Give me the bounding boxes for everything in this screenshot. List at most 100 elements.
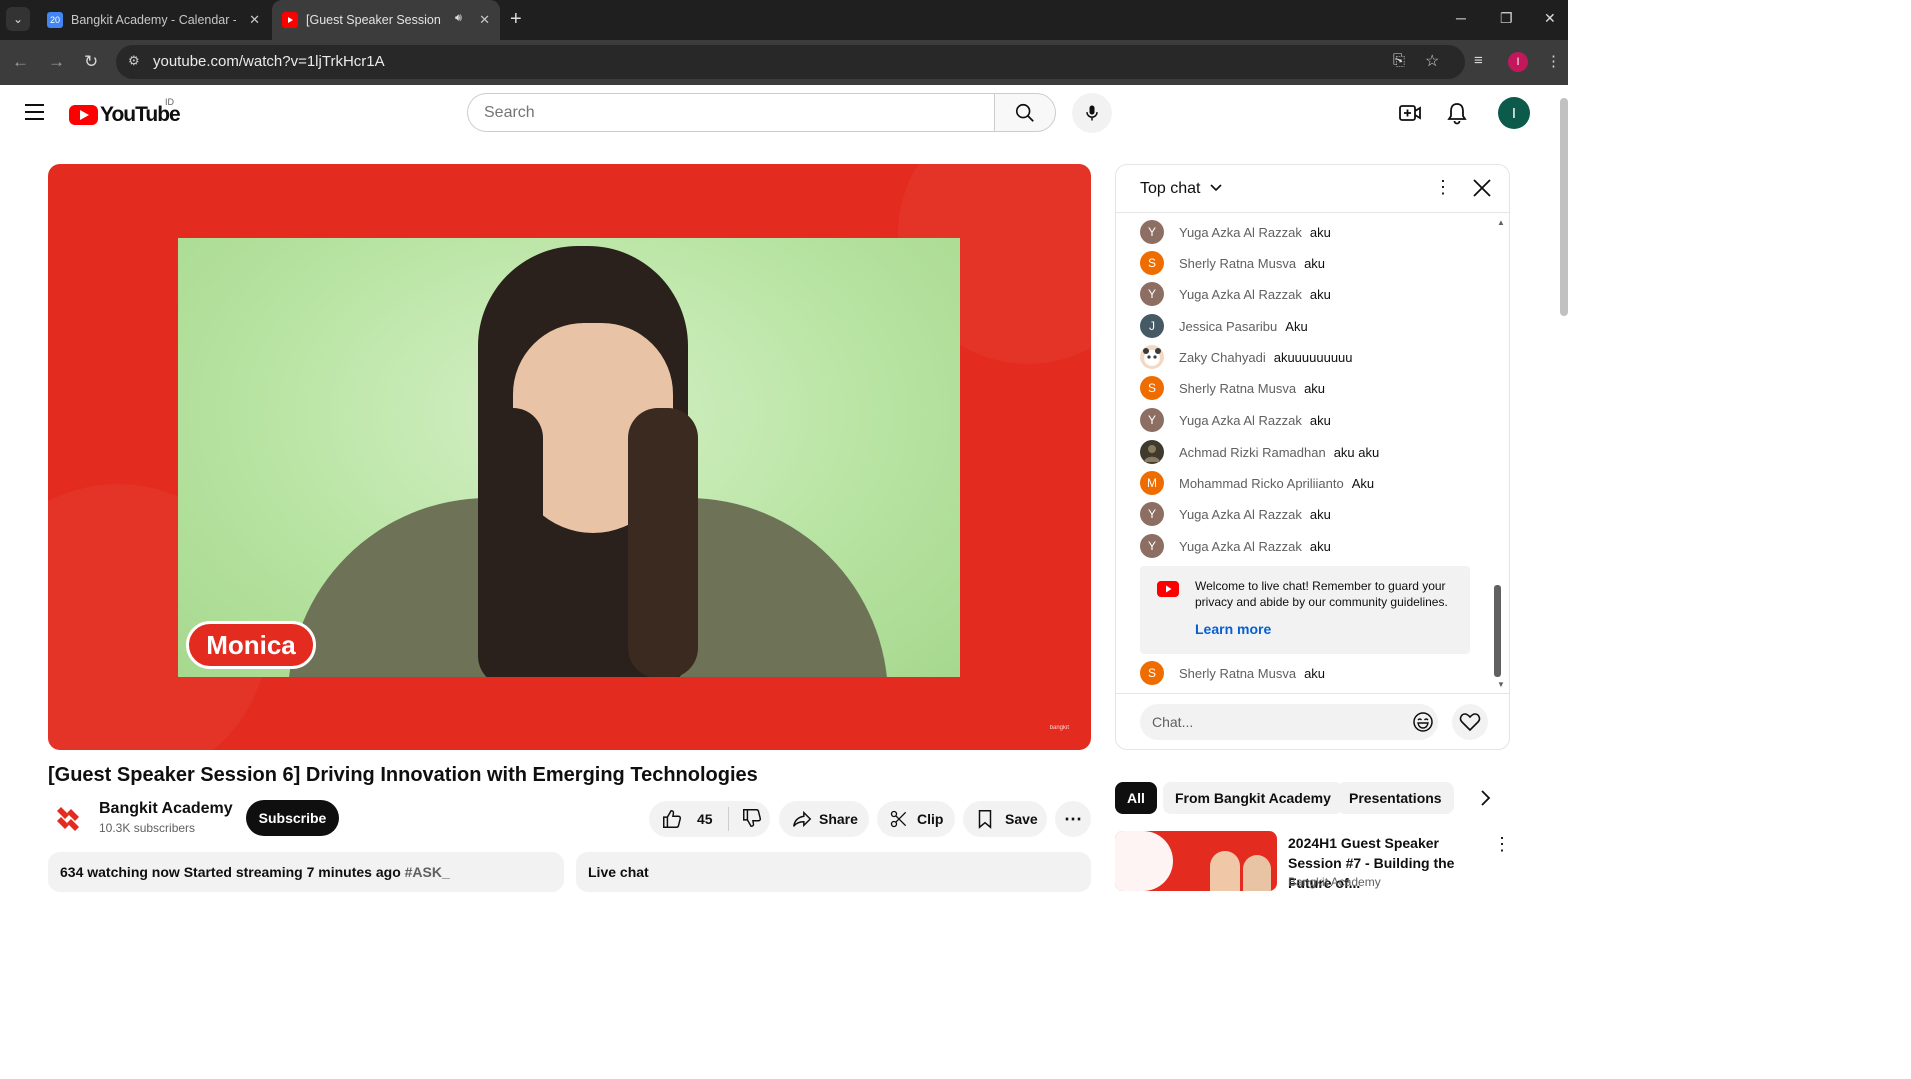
tab-title: [Guest Speaker Session 6] D bbox=[306, 13, 441, 27]
search-button[interactable] bbox=[994, 93, 1056, 132]
message-author[interactable]: Yuga Azka Al Razzak bbox=[1179, 539, 1302, 554]
more-actions-button[interactable]: ⋯ bbox=[1055, 801, 1091, 837]
chat-input[interactable] bbox=[1140, 704, 1390, 740]
chat-message: Zaky Chahyadi akuuuuuuuuu bbox=[1140, 345, 1353, 369]
youtube-icon bbox=[1157, 581, 1179, 597]
clip-button[interactable]: Clip bbox=[877, 801, 955, 837]
message-text: aku bbox=[1304, 380, 1326, 396]
message-author[interactable]: Yuga Azka Al Razzak bbox=[1179, 225, 1302, 240]
restore-icon[interactable]: ❐ bbox=[1500, 10, 1513, 27]
live-chat-panel: Top chat ⋮ ▲ Y Yuga Azka Al Razzak aku S… bbox=[1115, 164, 1510, 750]
learn-more-link[interactable]: Learn more bbox=[1195, 621, 1271, 637]
dislike-button[interactable] bbox=[729, 807, 763, 832]
minimize-icon[interactable]: ─ bbox=[1456, 10, 1466, 26]
save-button[interactable]: Save bbox=[963, 801, 1047, 837]
message-text: aku bbox=[1304, 665, 1326, 681]
share-button[interactable]: Share bbox=[779, 801, 869, 837]
close-tab-icon[interactable]: ✕ bbox=[249, 12, 260, 28]
share-icon bbox=[793, 810, 812, 828]
chat-more-options-icon[interactable]: ⋮ bbox=[1434, 177, 1452, 198]
channel-name[interactable]: Bangkit Academy bbox=[99, 800, 233, 818]
like-count: 45 bbox=[697, 811, 713, 827]
hashtag[interactable]: #ASK_ bbox=[405, 864, 450, 880]
audio-playing-icon[interactable]: 🔊︎ bbox=[455, 12, 462, 25]
page-scrollbar[interactable] bbox=[1560, 98, 1568, 316]
bookmark-icon bbox=[978, 810, 992, 829]
channel-avatar[interactable] bbox=[48, 798, 88, 838]
back-icon[interactable]: ← bbox=[12, 52, 29, 72]
chat-message: M Mohammad Ricko Apriliianto Aku bbox=[1140, 471, 1374, 495]
voice-search-button[interactable] bbox=[1072, 93, 1112, 133]
message-text: aku bbox=[1309, 286, 1331, 302]
message-author[interactable]: Zaky Chahyadi bbox=[1179, 350, 1266, 365]
message-author[interactable]: Yuga Azka Al Razzak bbox=[1179, 413, 1302, 428]
emoji-icon[interactable] bbox=[1412, 711, 1434, 733]
account-avatar[interactable]: I bbox=[1498, 97, 1530, 129]
message-author[interactable]: Mohammad Ricko Apriliianto bbox=[1179, 476, 1344, 491]
user-avatar: Y bbox=[1140, 534, 1164, 558]
youtube-logo[interactable]: YouTube ID bbox=[69, 97, 181, 127]
chat-header: Top chat ⋮ bbox=[1116, 165, 1509, 213]
message-author[interactable]: Achmad Rizki Ramadhan bbox=[1179, 445, 1326, 460]
close-chat-icon[interactable] bbox=[1472, 178, 1492, 203]
message-author[interactable]: Sherly Ratna Musva bbox=[1179, 666, 1296, 681]
welcome-text: Welcome to live chat! Remember to guard … bbox=[1195, 579, 1448, 609]
recommended-more-icon[interactable]: ⋮ bbox=[1493, 834, 1511, 855]
browser-toolbar: ← → ↻ ⚙ youtube.com/watch?v=1ljTrkHcr1A … bbox=[0, 40, 1568, 85]
chat-scrollbar[interactable] bbox=[1494, 585, 1501, 677]
message-author[interactable]: Yuga Azka Al Razzak bbox=[1179, 287, 1302, 302]
recommended-video-thumbnail[interactable] bbox=[1115, 831, 1277, 891]
message-text: aku bbox=[1309, 506, 1331, 522]
message-author[interactable]: Sherly Ratna Musva bbox=[1179, 381, 1296, 396]
tab-search-chevron-icon[interactable]: ⌄ bbox=[6, 7, 30, 31]
browser-tab-strip: ⌄ 20 Bangkit Academy - Calendar - T ✕ [G… bbox=[0, 0, 1568, 40]
live-chat-toggle[interactable]: Live chat bbox=[576, 852, 1091, 892]
message-author[interactable]: Jessica Pasaribu bbox=[1179, 319, 1277, 334]
chat-mode-selector[interactable]: Top chat bbox=[1140, 180, 1223, 198]
chip-from-channel[interactable]: From Bangkit Academy bbox=[1163, 782, 1343, 814]
media-controls-icon[interactable]: ≡ bbox=[1474, 52, 1483, 69]
video-player[interactable]: Monica bangkit bbox=[48, 164, 1091, 750]
chip-presentations[interactable]: Presentations bbox=[1337, 782, 1454, 814]
search-box bbox=[467, 93, 994, 132]
message-text: aku bbox=[1309, 224, 1331, 240]
user-avatar: M bbox=[1140, 471, 1164, 495]
message-author[interactable]: Yuga Azka Al Razzak bbox=[1179, 507, 1302, 522]
reload-icon[interactable]: ↻ bbox=[84, 52, 98, 72]
site-info-icon[interactable]: ⚙ bbox=[128, 53, 140, 69]
browser-menu-icon[interactable]: ⋮ bbox=[1546, 52, 1561, 70]
bangkit-watermark: bangkit bbox=[1049, 725, 1069, 731]
youtube-play-icon bbox=[69, 105, 98, 125]
new-tab-icon[interactable]: + bbox=[510, 8, 522, 31]
scroll-up-arrow-icon[interactable]: ▲ bbox=[1497, 218, 1505, 227]
close-window-icon[interactable]: ✕ bbox=[1544, 10, 1556, 27]
install-app-icon[interactable]: ⎘ bbox=[1393, 52, 1405, 69]
subscribe-button[interactable]: Subscribe bbox=[246, 800, 339, 836]
forward-icon[interactable]: → bbox=[48, 52, 65, 72]
tab-youtube[interactable]: [Guest Speaker Session 6] D 🔊︎ ✕ bbox=[272, 0, 500, 40]
thumbnail-panel bbox=[1115, 831, 1173, 891]
chip-all[interactable]: All bbox=[1115, 782, 1157, 814]
close-tab-icon[interactable]: ✕ bbox=[479, 12, 490, 28]
like-button[interactable]: 45 bbox=[649, 807, 729, 831]
address-bar[interactable]: ⚙ youtube.com/watch?v=1ljTrkHcr1A ⎘ ☆ bbox=[116, 45, 1465, 79]
scroll-down-arrow-icon[interactable]: ▼ bbox=[1497, 680, 1505, 689]
chat-message: S Sherly Ratna Musva aku bbox=[1140, 251, 1325, 275]
tab-calendar[interactable]: 20 Bangkit Academy - Calendar - T ✕ bbox=[38, 0, 270, 40]
description-box[interactable]: 634 watching now Started streaming 7 min… bbox=[48, 852, 564, 892]
microphone-icon bbox=[1086, 105, 1098, 121]
url-text: youtube.com/watch?v=1ljTrkHcr1A bbox=[153, 53, 385, 70]
bookmark-star-icon[interactable]: ☆ bbox=[1425, 51, 1439, 71]
browser-profile-avatar[interactable]: I bbox=[1508, 52, 1528, 72]
heart-reaction-button[interactable] bbox=[1452, 704, 1488, 740]
chips-next-icon[interactable] bbox=[1478, 788, 1492, 813]
notifications-bell-icon[interactable] bbox=[1446, 101, 1468, 130]
chat-message: Y Yuga Azka Al Razzak aku bbox=[1140, 282, 1331, 306]
create-video-icon[interactable] bbox=[1398, 101, 1422, 130]
message-author[interactable]: Sherly Ratna Musva bbox=[1179, 256, 1296, 271]
thumbnail-person bbox=[1243, 855, 1271, 891]
recommended-video-channel[interactable]: Bangkit Academy bbox=[1288, 875, 1381, 889]
search-input[interactable] bbox=[468, 94, 994, 131]
user-avatar: Y bbox=[1140, 408, 1164, 432]
menu-icon[interactable] bbox=[25, 104, 44, 125]
